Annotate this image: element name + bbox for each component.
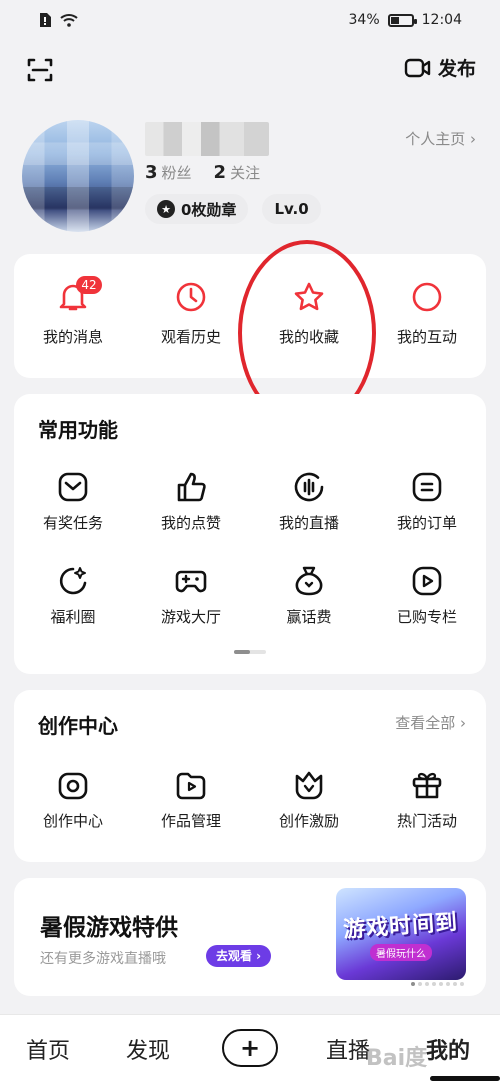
grid-item-hot-events[interactable]: 热门活动 bbox=[368, 768, 486, 831]
grid-item-label: 我的订单 bbox=[396, 514, 457, 532]
task-box-icon bbox=[58, 472, 88, 502]
tab-live[interactable]: 直播 bbox=[326, 1033, 370, 1065]
play-square-icon bbox=[412, 566, 442, 596]
watermark: Bai度 bbox=[366, 1046, 428, 1071]
fans-label: 粉丝 bbox=[161, 164, 192, 182]
grid-item-label: 已购专栏 bbox=[396, 608, 457, 626]
grid-item-purchased-columns[interactable]: 已购专栏 bbox=[368, 564, 486, 627]
promo-artwork: 游戏时间到 暑假玩什么 bbox=[336, 888, 466, 980]
promo-subtitle: 还有更多游戏直播哦 bbox=[40, 951, 166, 967]
crown-shield-icon bbox=[295, 771, 323, 800]
promo-title: 暑假游戏特供 bbox=[40, 915, 178, 941]
creation-center-title: 创作中心 bbox=[38, 714, 118, 738]
add-button[interactable]: + bbox=[222, 1029, 278, 1067]
username-redacted bbox=[145, 122, 269, 156]
grid-item-game-hall[interactable]: 游戏大厅 bbox=[132, 564, 250, 627]
grid-item-label: 热门活动 bbox=[396, 812, 457, 830]
quick-item-messages[interactable]: 42 我的消息 bbox=[14, 276, 132, 347]
gift-icon bbox=[412, 772, 442, 799]
status-right: 34% 12:04 bbox=[349, 12, 462, 28]
clock: 12:04 bbox=[421, 12, 462, 28]
video-camera-icon bbox=[404, 58, 431, 77]
grid-item-my-likes[interactable]: 我的点赞 bbox=[132, 470, 250, 533]
grid-item-label: 创作中心 bbox=[42, 812, 103, 830]
common-functions-card: 常用功能 有奖任务 我的点赞 我的直播 我的订单 福利圈 游戏大厅 赢话费 已购… bbox=[14, 394, 486, 674]
grid-item-label: 福利圈 bbox=[50, 608, 96, 626]
medals-label: 0枚勋章 bbox=[181, 200, 237, 219]
profile-badges: ★ 0枚勋章 Lv.0 bbox=[145, 194, 321, 224]
grid-item-label: 创作激励 bbox=[278, 812, 339, 830]
avatar[interactable] bbox=[22, 120, 134, 232]
view-all-link[interactable]: 查看全部 › bbox=[395, 712, 466, 733]
level-pill[interactable]: Lv.0 bbox=[262, 194, 321, 224]
grid-item-my-orders[interactable]: 我的订单 bbox=[368, 470, 486, 533]
grid-item-reward-tasks[interactable]: 有奖任务 bbox=[14, 470, 132, 533]
promo-watch-button[interactable]: 去观看 › bbox=[206, 945, 272, 967]
top-bar: 发布 bbox=[0, 48, 500, 88]
carousel-dots bbox=[411, 982, 464, 986]
thumbs-up-icon bbox=[177, 472, 206, 502]
grid-item-label: 赢话费 bbox=[286, 608, 332, 626]
clock-icon bbox=[176, 282, 206, 312]
live-audio-icon bbox=[294, 472, 324, 502]
grid-item-my-live[interactable]: 我的直播 bbox=[250, 470, 368, 533]
quick-item-label: 我的互动 bbox=[396, 328, 457, 346]
wifi-icon bbox=[60, 14, 78, 27]
promo-art-title: 游戏时间到 bbox=[342, 909, 460, 943]
publish-button[interactable]: 发布 bbox=[404, 54, 476, 81]
page-indicator bbox=[234, 650, 266, 654]
camera-icon bbox=[58, 772, 88, 800]
grid-item-label: 作品管理 bbox=[160, 812, 221, 830]
profile-link[interactable]: 个人主页 › bbox=[405, 128, 476, 149]
grid-item-works-management[interactable]: 作品管理 bbox=[132, 768, 250, 831]
battery-icon bbox=[387, 13, 417, 27]
tab-mine[interactable]: 我的 bbox=[426, 1033, 470, 1065]
medal-star-icon: ★ bbox=[157, 200, 175, 218]
follow-label: 关注 bbox=[230, 164, 261, 182]
quick-item-label: 我的消息 bbox=[42, 328, 103, 346]
quick-item-history[interactable]: 观看历史 bbox=[132, 280, 250, 347]
order-icon bbox=[412, 472, 442, 502]
message-count-badge: 42 bbox=[76, 276, 102, 294]
video-folder-icon bbox=[176, 772, 206, 800]
status-left bbox=[38, 12, 78, 28]
quick-item-label: 观看历史 bbox=[160, 328, 221, 346]
tab-discover[interactable]: 发现 bbox=[126, 1033, 170, 1065]
profile-stats: 3 粉丝 2 关注 bbox=[145, 162, 260, 183]
follow-stat[interactable]: 2 关注 bbox=[214, 162, 261, 183]
quick-item-interactions[interactable]: 我的互动 bbox=[368, 280, 486, 347]
promo-art-subtitle: 暑假玩什么 bbox=[370, 943, 432, 961]
profile-section: 个人主页 › 3 粉丝 2 关注 ★ 0枚勋章 Lv.0 bbox=[0, 112, 500, 242]
status-bar: 34% 12:04 bbox=[0, 0, 500, 40]
grid-item-label: 游戏大厅 bbox=[160, 608, 221, 626]
common-functions-title: 常用功能 bbox=[38, 418, 118, 442]
fans-count: 3 bbox=[145, 162, 158, 183]
gamepad-icon bbox=[175, 570, 207, 593]
grid-item-creation-incentive[interactable]: 创作激励 bbox=[250, 768, 368, 831]
battery-percent: 34% bbox=[348, 12, 380, 28]
level-label: Lv.0 bbox=[274, 200, 309, 218]
fans-stat[interactable]: 3 粉丝 bbox=[145, 162, 192, 183]
grid-item-win-credit[interactable]: 赢话费 bbox=[250, 564, 368, 627]
sim-icon bbox=[40, 13, 51, 27]
promo-banner[interactable]: 暑假游戏特供 还有更多游戏直播哦 去观看 › 游戏时间到 暑假玩什么 bbox=[14, 878, 486, 996]
grid-item-label: 我的点赞 bbox=[160, 514, 221, 532]
scan-icon[interactable] bbox=[26, 56, 54, 84]
grid-item-label: 我的直播 bbox=[278, 514, 339, 532]
medals-pill[interactable]: ★ 0枚勋章 bbox=[145, 194, 249, 224]
home-indicator bbox=[430, 1076, 500, 1081]
tab-home[interactable]: 首页 bbox=[26, 1033, 70, 1065]
grid-item-creation-center[interactable]: 创作中心 bbox=[14, 768, 132, 831]
interaction-circle-icon bbox=[412, 282, 442, 312]
grid-item-label: 有奖任务 bbox=[42, 514, 103, 532]
money-bag-icon bbox=[295, 566, 323, 596]
follow-count: 2 bbox=[213, 162, 227, 183]
creation-center-card: 创作中心 查看全部 › 创作中心 作品管理 创作激励 热门活动 bbox=[14, 690, 486, 862]
grid-item-welfare-circle[interactable]: 福利圈 bbox=[14, 564, 132, 627]
moon-sparkle-icon bbox=[59, 567, 87, 595]
publish-label: 发布 bbox=[437, 58, 476, 80]
